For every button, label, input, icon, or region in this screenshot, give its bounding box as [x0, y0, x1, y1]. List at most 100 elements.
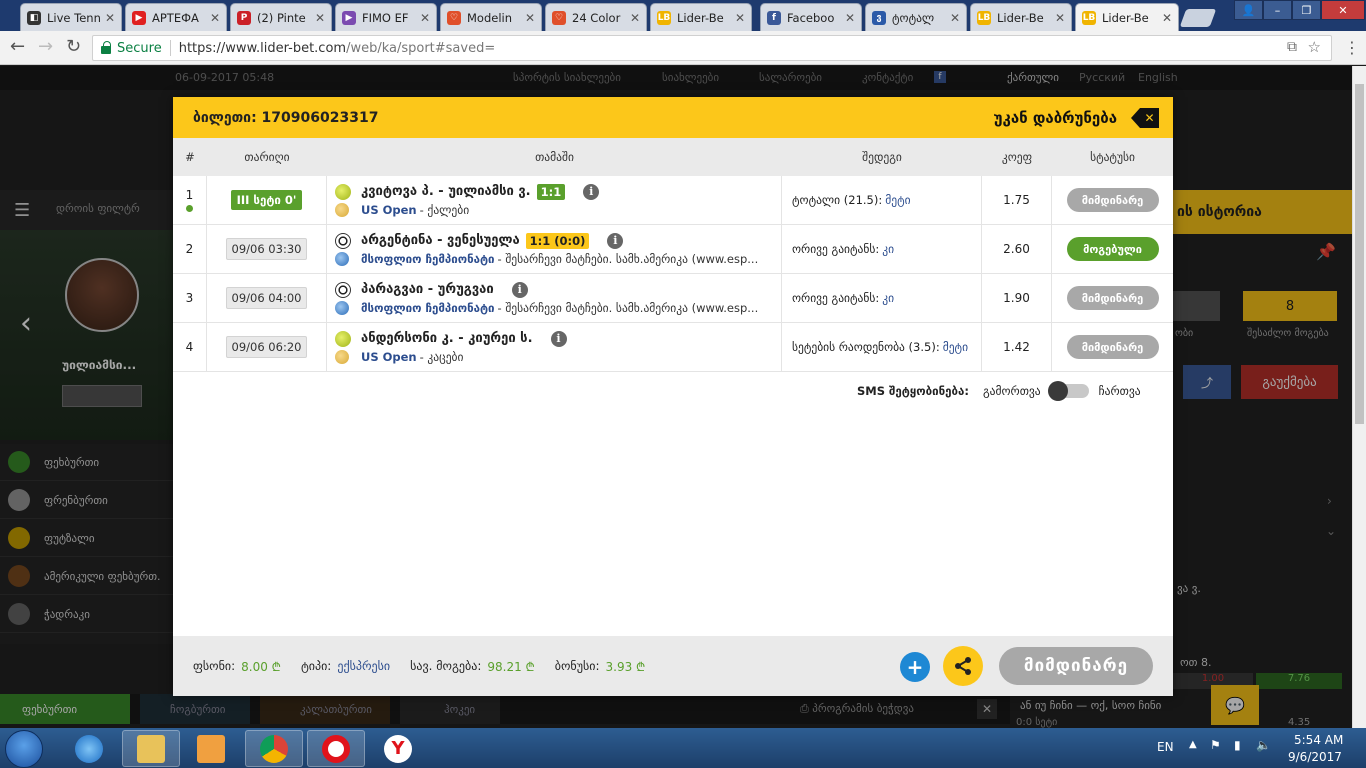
tab-close-icon[interactable]: ✕: [735, 11, 745, 25]
league-name: მსოფლიო ჩემპიონატი: [361, 251, 495, 266]
back-button[interactable]: უკან დაბრუნება: [994, 107, 1159, 128]
market-label: ტოტალი (21.5):: [792, 193, 883, 207]
tab-favicon-icon: LB: [1082, 10, 1096, 25]
tab-close-icon[interactable]: ✕: [1162, 11, 1172, 25]
col-header-game: თამაში: [535, 150, 574, 164]
browser-tab[interactable]: ▶ APTEФA ✕: [125, 3, 227, 31]
type-info: ტიპი: ექსპრესი: [300, 659, 391, 673]
tab-close-icon[interactable]: ✕: [210, 11, 220, 25]
action-center-icon[interactable]: ⚑: [1210, 738, 1221, 752]
table-row: 1 III სეტი 0' კვიტოვა პ. - უილიამსი ვ. 1:1 i…: [173, 176, 1173, 225]
browser-tab[interactable]: f Faceboo ✕: [760, 3, 862, 31]
market-label: ორივე გაიტანს:: [792, 291, 880, 305]
result-cell: ტოტალი (21.5): მეტი: [782, 176, 982, 224]
market-value: მეტი: [885, 193, 911, 207]
chrome-taskbar-icon[interactable]: [245, 730, 303, 767]
translate-icon[interactable]: ⧉: [1287, 39, 1297, 55]
share-button[interactable]: [943, 646, 983, 686]
tab-favicon-icon: ◧: [27, 10, 41, 25]
minimize-button[interactable]: –: [1263, 0, 1292, 20]
possible-win-amount: 98.21 ₾: [487, 659, 535, 674]
clock-date[interactable]: 9/6/2017: [1288, 750, 1342, 764]
status-badge: მიმდინარე: [1066, 188, 1159, 212]
info-icon[interactable]: i: [607, 232, 624, 249]
forward-arrow-icon[interactable]: →: [38, 38, 53, 56]
game-cell: ანდერსონი კ. - კიურეი ს. i US Open - კაცები: [327, 323, 782, 371]
globe-icon: [335, 300, 349, 315]
browser-tab[interactable]: P (2) Pinte ✕: [230, 3, 332, 31]
maximize-button[interactable]: ❐: [1292, 0, 1321, 20]
info-icon[interactable]: i: [583, 183, 600, 200]
date-cell: III სეტი 0': [207, 176, 327, 224]
sms-toggle[interactable]: [1047, 381, 1089, 401]
backspace-close-icon[interactable]: [1131, 107, 1159, 128]
ie-taskbar-icon[interactable]: [60, 730, 118, 767]
start-button[interactable]: [5, 730, 43, 768]
tab-close-icon[interactable]: ✕: [1055, 11, 1065, 25]
league-detail: - კაცები: [419, 349, 464, 364]
tab-favicon-icon: LB: [657, 10, 671, 25]
info-icon[interactable]: i: [550, 330, 567, 347]
tab-close-icon[interactable]: ✕: [630, 11, 640, 25]
tab-close-icon[interactable]: ✕: [525, 11, 535, 25]
tab-favicon-icon: ვ: [872, 10, 886, 25]
tab-favicon-icon: ▶: [342, 10, 356, 25]
row-number-cell: 2: [173, 225, 207, 273]
scrollbar-thumb[interactable]: [1355, 84, 1364, 424]
info-icon[interactable]: i: [511, 281, 528, 298]
opera-taskbar-icon[interactable]: [307, 730, 365, 767]
league-name: US Open: [361, 202, 417, 217]
browser-tab[interactable]: ▶ FIMO EF ✕: [335, 3, 437, 31]
league-name: მსოფლიო ჩემპიონატი: [361, 300, 495, 315]
menu-dots-icon[interactable]: ⋮: [1344, 38, 1360, 57]
back-arrow-icon[interactable]: ←: [10, 38, 25, 56]
ticket-modal: ბილეთი: 170906023317 უკან დაბრუნება # თა…: [173, 97, 1173, 696]
match-name[interactable]: პარაგვაი - ურუგვაი: [361, 282, 494, 297]
game-cell: არგენტინა - ვენესუელა 1:1 (0:0) i მსოფლიო ჩ…: [327, 225, 782, 273]
ticket-status-button[interactable]: მიმდინარე: [999, 647, 1153, 685]
browser-tab[interactable]: LB Lider-Be ✕: [1075, 3, 1179, 31]
row-number-cell: 3: [173, 274, 207, 322]
match-name[interactable]: არგენტინა - ვენესუელა: [361, 233, 520, 248]
network-icon[interactable]: ▮: [1234, 738, 1241, 752]
browser-tab[interactable]: ♡ 24 Color ✕: [545, 3, 647, 31]
ticket-footer: ფსონი: 8.00 ₾ ტიპი: ექსპრესი სავ. მოგება: 9…: [173, 636, 1173, 696]
match-name[interactable]: კვიტოვა პ. - უილიამსი ვ.: [361, 184, 531, 199]
page-scrollbar[interactable]: [1352, 66, 1366, 728]
tab-close-icon[interactable]: ✕: [950, 11, 960, 25]
bookmark-star-icon[interactable]: ☆: [1308, 38, 1321, 56]
tab-close-icon[interactable]: ✕: [315, 11, 325, 25]
browser-tab[interactable]: LB Lider-Be ✕: [970, 3, 1072, 31]
browser-tab[interactable]: ◧Live Tennis✕: [20, 3, 122, 31]
tab-favicon-icon: ▶: [132, 10, 146, 25]
browser-tab[interactable]: ვ ტოტალ ✕: [865, 3, 967, 31]
tab-close-icon[interactable]: ✕: [105, 11, 115, 25]
media-taskbar-icon[interactable]: [182, 730, 240, 767]
explorer-taskbar-icon[interactable]: [122, 730, 180, 767]
date-cell: 09/06 06:20: [207, 323, 327, 371]
sms-on-label[interactable]: ჩართვა: [1099, 384, 1141, 398]
new-tab-button[interactable]: [1179, 9, 1217, 27]
yandex-taskbar-icon[interactable]: Y: [369, 730, 427, 767]
browser-tab[interactable]: LB Lider-Be ✕: [650, 3, 752, 31]
volume-icon[interactable]: 🔈: [1256, 738, 1271, 752]
tray-expand-icon[interactable]: ▲: [1189, 739, 1197, 750]
status-cell: მოგებული: [1052, 225, 1173, 273]
secure-indicator[interactable]: Secure: [101, 41, 162, 56]
match-name[interactable]: ანდერსონი კ. - კიურეი ს.: [361, 331, 533, 346]
add-button[interactable]: +: [900, 652, 930, 682]
language-indicator[interactable]: EN: [1157, 740, 1174, 754]
odd-cell: 1.42: [982, 323, 1052, 371]
sms-off-label[interactable]: გამორთვა: [983, 384, 1041, 398]
status-badge: მოგებული: [1066, 237, 1159, 261]
reload-icon[interactable]: ↻: [66, 38, 81, 56]
user-icon[interactable]: 👤: [1234, 0, 1263, 20]
close-window-button[interactable]: ✕: [1321, 0, 1365, 20]
sms-notification: SMS შეტყობინება: გამორთვა ჩართვა: [857, 381, 1141, 401]
browser-tab[interactable]: ♡ Modelin ✕: [440, 3, 542, 31]
status-cell: მიმდინარე: [1052, 323, 1173, 371]
url-input[interactable]: Secure https://www.lider-bet.com/web/ka/…: [92, 35, 1332, 61]
clock-time[interactable]: 5:54 AM: [1294, 733, 1343, 747]
tab-close-icon[interactable]: ✕: [420, 11, 430, 25]
tab-close-icon[interactable]: ✕: [845, 11, 855, 25]
